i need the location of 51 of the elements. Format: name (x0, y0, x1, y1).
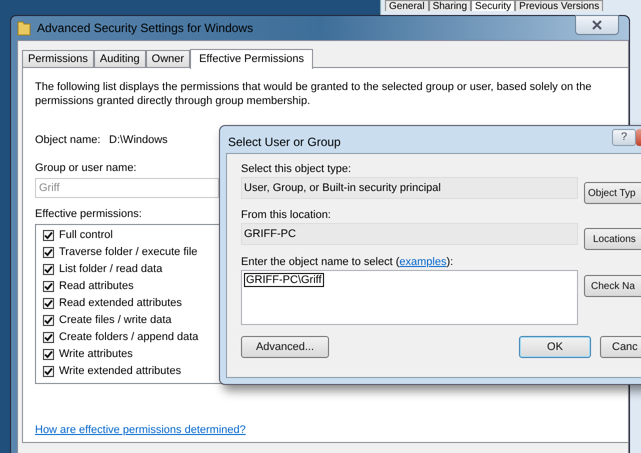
tab[interactable]: Owner (146, 50, 190, 68)
close-icon (591, 20, 603, 30)
window-title: Advanced Security Settings for Windows (37, 20, 254, 37)
permission-label: Traverse folder / execute file (59, 245, 198, 260)
dialog-button[interactable]: Object Typ (584, 182, 641, 204)
dialog-button[interactable]: Advanced... (241, 336, 329, 358)
object-name-value: D:\Windows (109, 133, 168, 148)
dialog-button[interactable]: Canc (600, 336, 641, 358)
tab[interactable]: Security (471, 0, 516, 11)
object-names-field[interactable]: GRIFF-PC\Griff (241, 270, 578, 325)
dialog-button[interactable]: Locations (584, 228, 641, 250)
checkbox[interactable] (43, 315, 54, 326)
tab[interactable]: Auditing (94, 50, 146, 68)
examples-link[interactable]: examples (399, 256, 446, 268)
object-names-label: Enter the object name to select (examples): (241, 255, 454, 270)
permission-label: Create folders / append data (59, 330, 198, 346)
checkbox[interactable] (43, 230, 54, 241)
permission-label: Read attributes (59, 279, 134, 294)
tab[interactable]: Effective Permissions (190, 49, 314, 69)
folder-icon (17, 20, 31, 36)
description-text: The following list displays the permissions that would be granted to the selected group or user, based solely on the permissions granted directly through group membership. (35, 81, 592, 107)
tab[interactable]: Sharing (428, 0, 472, 11)
checkbox[interactable] (43, 298, 54, 309)
tab[interactable]: General (385, 0, 429, 11)
dialog-button[interactable]: OK (519, 336, 591, 358)
location-label: From this location: (241, 208, 331, 223)
permission-label: Create files / write data (59, 313, 172, 328)
checkbox[interactable] (43, 281, 54, 292)
object-name-label: Object name: (35, 133, 100, 148)
checkbox[interactable] (43, 332, 54, 343)
permission-label: Write attributes (59, 347, 133, 362)
checkbox[interactable] (43, 264, 54, 275)
checkbox[interactable] (43, 349, 54, 360)
dialog-title: Select User or Group (228, 134, 341, 151)
checkbox[interactable] (43, 247, 54, 258)
close-button[interactable] (575, 15, 619, 35)
location-field: GRIFF-PC (241, 223, 578, 245)
help-button[interactable]: ? (612, 129, 636, 146)
checkbox[interactable] (43, 366, 54, 377)
permission-label: Write extended attributes (59, 364, 182, 380)
tab[interactable]: Previous Versions (515, 0, 604, 11)
help-link[interactable]: How are effective permissions determined? (35, 422, 246, 438)
tab[interactable]: Permissions (22, 50, 94, 68)
effective-permissions-label: Effective permissions: (35, 207, 142, 222)
permission-label: List folder / read data (59, 262, 162, 278)
dialog-button[interactable]: Check Na (584, 275, 641, 297)
permission-label: Read extended attributes (59, 296, 182, 312)
group-user-label: Group or user name: (35, 161, 136, 176)
object-type-field: User, Group, or Built-in security principal (241, 177, 578, 199)
permission-label: Full control (59, 228, 113, 244)
object-type-label: Select this object type: (241, 162, 352, 177)
